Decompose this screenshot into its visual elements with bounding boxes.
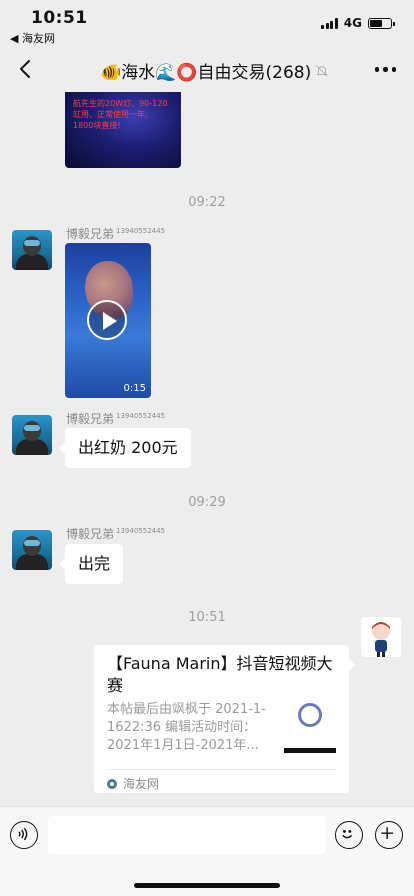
chat-header: 🐠海水🌊⭕自由交易(268) (0, 46, 414, 92)
network-label: 4G (343, 16, 362, 30)
message-image[interactable]: 航先生的20W灯、90-120缸用、正常使用一年、1800块直接! (65, 92, 181, 168)
sender-name: 博毅兄弟 13940552445 (66, 527, 166, 541)
card-thumbnail (284, 701, 336, 753)
chevron-left-icon[interactable] (14, 57, 38, 81)
plus-icon[interactable] (375, 821, 403, 849)
sender-name: 博毅兄弟 13940552445 (66, 412, 166, 426)
avatar[interactable] (12, 530, 52, 570)
text-bubble[interactable]: 出完 (58, 544, 124, 584)
chat-title: 🐠海水🌊⭕自由交易(268) (100, 58, 329, 83)
card-source: 海友网 (107, 775, 159, 792)
image-overlay-text: 航先生的20W灯、90-120缸用、正常使用一年、1800块直接! (73, 99, 168, 130)
source-app-icon (107, 778, 117, 789)
link-card[interactable]: 【Fauna Marin】抖音短视频大赛 本帖最后由飒枫于 2021-1-162… (94, 645, 355, 793)
message-video[interactable]: 0:15 (65, 243, 151, 398)
emoji-icon[interactable] (335, 821, 363, 849)
status-bar: 10:51 ◀ 海友网 4G (0, 0, 414, 46)
signal-icon (321, 17, 338, 29)
timestamp: 10:51 (188, 610, 226, 625)
card-title: 【Fauna Marin】抖音短视频大赛 (107, 654, 333, 695)
sender-name: 博毅兄弟 13940552445 (66, 227, 166, 241)
message-input[interactable] (48, 816, 326, 854)
my-avatar[interactable] (361, 617, 401, 657)
avatar[interactable] (12, 230, 52, 270)
status-time: 10:51 (31, 8, 88, 28)
text-bubble[interactable]: 出红奶 200元 (59, 428, 191, 468)
cartoon-avatar-icon (372, 622, 390, 657)
card-source-label: 海友网 (123, 777, 160, 791)
back-to-app-link[interactable]: ◀ 海友网 (10, 30, 55, 46)
chat-messages[interactable]: 航先生的20W灯、90-120缸用、正常使用一年、1800块直接! 09:22 … (0, 92, 414, 806)
chat-title-text: 🐠海水🌊⭕自由交易(268) (100, 63, 312, 83)
input-bar (0, 806, 414, 896)
avatar[interactable] (12, 415, 52, 455)
more-dots-icon[interactable] (374, 67, 396, 72)
video-duration: 0:15 (123, 383, 146, 394)
timestamp: 09:22 (188, 195, 226, 210)
status-indicators: 4G (321, 16, 395, 30)
battery-icon (368, 17, 395, 29)
home-indicator[interactable] (134, 883, 280, 888)
bell-mute-icon (316, 64, 328, 77)
timestamp: 09:29 (188, 495, 226, 510)
card-description: 本帖最后由飒枫于 2021-1-1622:36 编辑活动时间：2021年1月1日… (107, 702, 266, 753)
divider (107, 769, 336, 770)
play-icon[interactable] (87, 300, 127, 340)
voice-icon[interactable] (10, 821, 38, 849)
